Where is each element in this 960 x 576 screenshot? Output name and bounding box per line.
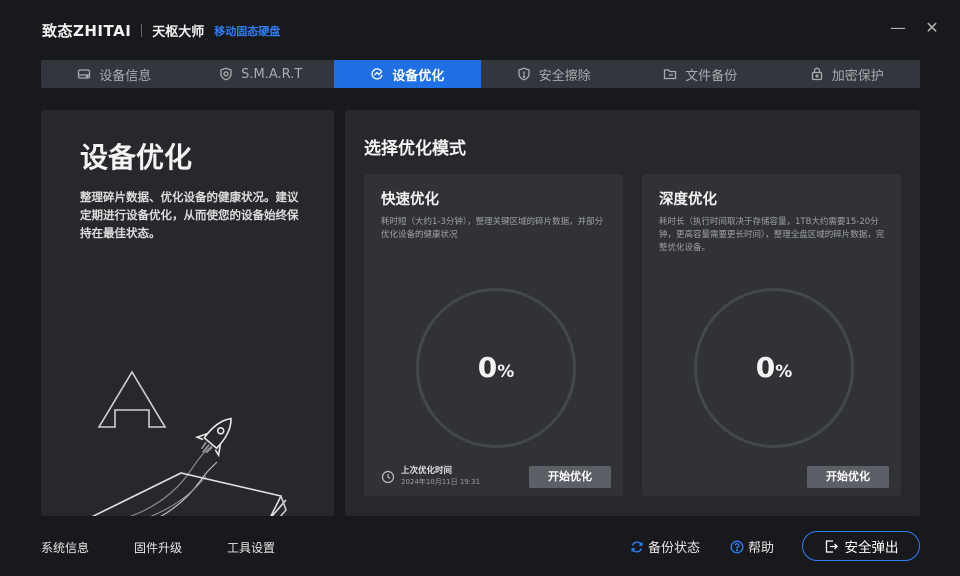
main-tabs: 设备信息 S.M.A.R.T 设备优化 安全擦除 文件备份 加密保护 [41,60,920,88]
title-bar: 致态ZHITAI 天枢大师 移动固态硬盘 — ✕ [0,0,960,60]
drive-rocket-illustration [91,370,287,516]
firmware-upgrade-link[interactable]: 固件升级 [134,539,182,556]
start-quick-optimize-button[interactable]: 开始优化 [529,466,611,488]
deep-mode-name: 深度优化 [659,192,717,208]
quick-optimize-card[interactable]: 快速优化 耗时短（大约1-3分钟），整理关键区域的碎片数据，并部分优化设备的健康… [364,174,623,496]
brand-logo: 致态ZHITAI [42,22,132,40]
optimize-icon [371,68,383,80]
last-optimize-time: 上次优化时间 2024年10月11日 19:31 [381,466,480,487]
deep-progress-unit: % [775,362,793,382]
lock-icon [811,67,822,81]
deep-optimize-card[interactable]: 深度优化 耗时长（执行时间取决于存储容量，1TB大约需要15-20分钟，更高容量… [642,174,901,496]
tab-secure-erase[interactable]: 安全擦除 [481,60,628,88]
shield-alert-icon [518,67,530,81]
start-deep-optimize-button[interactable]: 开始优化 [807,466,889,488]
deep-progress-number: 0 [755,351,776,384]
help-link[interactable]: 帮助 [730,537,774,556]
mode-panel-title: 选择优化模式 [364,139,466,159]
tab-label: S.M.A.R.T [241,66,303,82]
help-label: 帮助 [748,541,775,556]
system-info-link[interactable]: 系统信息 [41,539,89,556]
tab-device-info[interactable]: 设备信息 [41,60,188,88]
tab-encryption[interactable]: 加密保护 [774,60,921,88]
safe-eject-button[interactable]: 安全弹出 [802,531,920,561]
product-name: 天枢大师 [152,25,205,40]
tab-file-backup[interactable]: 文件备份 [627,60,774,88]
quick-progress-ring: 0% [416,288,576,448]
folder-icon [664,69,677,80]
product-subtitle: 移动固态硬盘 [214,24,281,38]
brand-divider [141,24,143,37]
page-description: 整理碎片数据、优化设备的健康状况。建议定期进行设备优化，从而使您的设备始终保持在… [80,190,299,240]
deep-progress-ring: 0% [694,288,854,448]
quick-progress-unit: % [497,362,515,382]
deep-progress-value: 0% [697,291,851,445]
mode-panel: 选择优化模式 快速优化 耗时短（大约1-3分钟），整理关键区域的碎片数据，并部分… [345,110,920,516]
brand: 致态ZHITAI 天枢大师 移动固态硬盘 [42,20,280,41]
help-icon [730,540,744,553]
last-time-label: 上次优化时间 [401,466,453,476]
quick-progress-value: 0% [419,291,573,445]
tab-label: 设备信息 [99,68,152,84]
tab-label: 安全擦除 [538,68,591,84]
deep-mode-description: 耗时长（执行时间取决于存储容量，1TB大约需要15-20分钟，更高容量需要更长时… [659,217,885,253]
tab-label: 文件备份 [685,68,738,84]
clock-icon [381,470,395,483]
tab-optimize[interactable]: 设备优化 [334,60,481,88]
eject-icon [825,539,838,553]
tab-label: 设备优化 [392,68,445,84]
drive-icon [78,69,91,79]
minimize-button[interactable]: — [888,18,908,38]
close-button[interactable]: ✕ [922,18,942,38]
tab-label: 加密保护 [831,68,884,84]
quick-mode-description: 耗时短（大约1-3分钟），整理关键区域的碎片数据，并部分优化设备的健康状况 [381,217,604,240]
sync-icon [631,541,643,552]
page-title: 设备优化 [80,141,193,174]
intro-panel: 设备优化 整理碎片数据、优化设备的健康状况。建议定期进行设备优化，从而使您的设备… [41,110,334,516]
quick-progress-number: 0 [477,351,498,384]
tool-settings-link[interactable]: 工具设置 [227,539,275,556]
quick-mode-name: 快速优化 [381,192,439,208]
last-time-value: 2024年10月11日 19:31 [401,478,481,486]
safe-eject-label: 安全弹出 [844,540,899,556]
backup-status-link[interactable]: 备份状态 [630,537,700,556]
shield-check-icon [220,67,232,81]
backup-status-label: 备份状态 [648,541,701,556]
tab-smart[interactable]: S.M.A.R.T [188,60,335,88]
